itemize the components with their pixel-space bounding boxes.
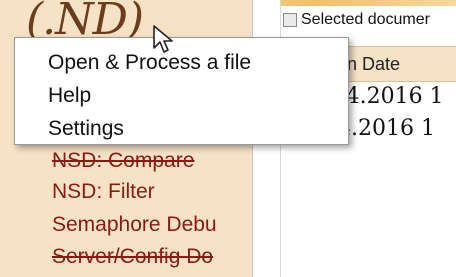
select-checkbox[interactable] xyxy=(283,13,297,27)
mouse-cursor-icon xyxy=(153,25,173,53)
sidebar-item-nsd-compare[interactable]: NSD: Compare xyxy=(52,149,194,173)
context-menu: Open & Process a file Help Settings xyxy=(14,37,349,145)
toolbar: Selected documer xyxy=(281,8,456,32)
sidebar-item-nsd-filter[interactable]: NSD: Filter xyxy=(52,180,155,204)
menu-item-help[interactable]: Help xyxy=(15,79,348,112)
sidebar-item-semaphore-debug[interactable]: Semaphore Debu xyxy=(52,213,217,237)
selected-documents-label: Selected documer xyxy=(301,11,430,28)
table-cell-date: 4.2016 1 xyxy=(337,116,435,141)
sidebar-item-server-config[interactable]: Server/Config Do xyxy=(52,245,213,269)
table-cell-date: )4.2016 1 xyxy=(337,84,444,109)
menu-item-settings[interactable]: Settings xyxy=(15,112,348,145)
menu-item-open-process-file[interactable]: Open & Process a file xyxy=(15,46,348,79)
